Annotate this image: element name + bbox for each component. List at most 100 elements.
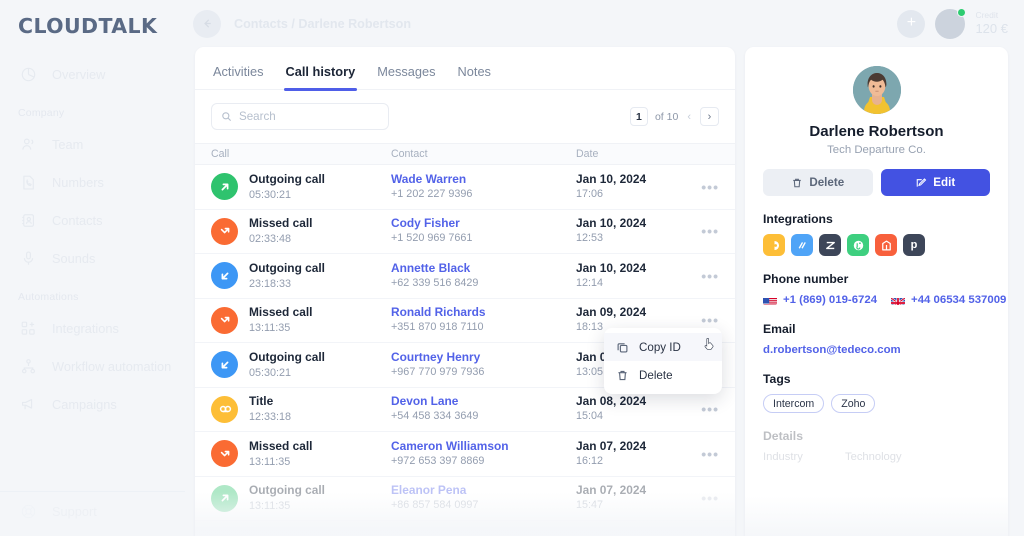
row-actions-button[interactable]: ••• <box>693 447 719 461</box>
email-value[interactable]: d.robertson@tedeco.com <box>763 344 990 356</box>
tab-activities[interactable]: Activities <box>213 64 264 89</box>
context-menu-item-delete[interactable]: Delete <box>604 361 722 389</box>
sidebar-item-team[interactable]: Team <box>0 125 185 163</box>
contact-detail-panel: Darlene Robertson Tech Departure Co. Del… <box>745 47 1008 536</box>
user-avatar[interactable] <box>935 7 967 39</box>
tab-messages[interactable]: Messages <box>377 64 435 89</box>
row-actions-button[interactable]: ••• <box>693 491 719 505</box>
megaphone-icon <box>20 396 37 413</box>
sidebar-item-numbers[interactable]: Numbers <box>0 163 185 201</box>
contact-profile: Darlene Robertson Tech Departure Co. Del… <box>763 66 990 196</box>
call-time: 17:06 <box>576 187 604 200</box>
tab-notes[interactable]: Notes <box>458 64 491 89</box>
contact-link[interactable]: Cody Fisher <box>391 215 576 231</box>
row-actions-button[interactable]: ••• <box>693 180 719 194</box>
next-page-button[interactable]: › <box>700 107 719 126</box>
tab-call-history[interactable]: Call history <box>283 64 357 91</box>
gb-flag-icon <box>891 295 906 305</box>
contact-link[interactable]: Devon Lane <box>391 393 576 409</box>
phone-entry[interactable]: +44 06534 537009 <box>891 294 1006 306</box>
intercom-icon[interactable] <box>763 234 785 256</box>
call-duration: 12:33:18 <box>249 411 292 424</box>
tag-chip[interactable]: Intercom <box>763 394 825 413</box>
contact-link[interactable]: Annette Black <box>391 260 576 276</box>
table-row[interactable]: Title 12:33:18 Devon Lane +54 458 334 3649 J… <box>195 388 735 432</box>
grid-plus-icon <box>20 320 37 337</box>
call-type: Outgoing call <box>249 260 325 275</box>
sidebar-item-label: Overview <box>52 66 106 82</box>
tag-chip[interactable]: Zoho <box>831 394 876 413</box>
phone-entry[interactable]: +1 (869) 019-6724 <box>763 294 877 306</box>
prev-page-button[interactable]: ‹ <box>685 111 693 123</box>
contact-phone: +62 339 516 8429 <box>391 276 479 289</box>
table-row[interactable]: Outgoing call 05:30:21 Wade Warren +1 202 2… <box>195 165 735 210</box>
pipedrive-icon[interactable]: p <box>903 234 925 256</box>
context-menu-item-copy-id[interactable]: Copy ID <box>604 333 722 361</box>
contact-avatar <box>852 66 901 114</box>
sidebar-item-label: Team <box>52 136 84 152</box>
table-toolbar: Search 1 of 10 ‹ › <box>195 90 735 143</box>
table-row[interactable]: Outgoing call 23:18:33 Annette Black +62 33… <box>195 254 735 299</box>
sidebar-item-workflow-automation[interactable]: Workflow automation <box>0 347 185 385</box>
sidebar-bottom: Support <box>0 492 185 530</box>
page-number-input[interactable]: 1 <box>629 107 648 126</box>
delete-contact-button[interactable]: Delete <box>763 169 873 196</box>
lifebuoy-icon <box>20 503 37 520</box>
contact-link[interactable]: Wade Warren <box>391 171 576 187</box>
sidebar-item-support[interactable]: Support <box>0 492 185 530</box>
table-row[interactable]: Missed call 13:11:35 Cameron Williamson +97… <box>195 432 735 477</box>
contact-link[interactable]: Ronald Richards <box>391 304 576 320</box>
table-row[interactable]: Missed call 02:33:48 Cody Fisher +1 520 969… <box>195 210 735 254</box>
row-actions-button[interactable]: ••• <box>693 313 719 327</box>
arrow-left-icon <box>203 19 211 28</box>
breadcrumb[interactable]: Contacts / Darlene Robertson <box>234 17 411 31</box>
table-row[interactable]: Outgoing call 13:11:35 Eleanor Pena +86 857… <box>195 477 735 521</box>
add-button[interactable]: + <box>897 9 926 38</box>
sidebar-item-integrations[interactable]: Integrations <box>0 309 185 347</box>
contact-link[interactable]: Cameron Williamson <box>391 438 576 454</box>
edit-contact-button[interactable]: Edit <box>880 169 990 196</box>
contact-phone: +351 870 918 7110 <box>391 321 484 334</box>
call-date: Jan 09, 2024 <box>576 305 647 320</box>
column-header-contact: Contact <box>391 148 428 160</box>
contact-link[interactable]: Courtney Henry <box>391 349 576 365</box>
edit-icon <box>917 177 927 187</box>
detail-row: Industry Technology <box>763 451 990 463</box>
app-logo: CLOUDTALK <box>18 14 158 38</box>
row-actions-button[interactable]: ••• <box>693 269 719 283</box>
slack-stripes-icon[interactable] <box>791 234 813 256</box>
call-type: Title <box>249 394 274 409</box>
back-button[interactable] <box>193 9 221 38</box>
hubspot-icon[interactable] <box>847 234 869 256</box>
call-time: 16:12 <box>576 454 604 467</box>
sidebar-item-sounds[interactable]: Sounds <box>0 239 185 277</box>
arrow-missed-icon <box>211 440 238 468</box>
call-type: Missed call <box>249 216 313 231</box>
row-actions-button[interactable]: ••• <box>693 402 719 416</box>
call-date: Jan 07, 2024 <box>576 438 647 453</box>
panel-fade-overlay <box>745 496 1008 536</box>
sidebar-item-contacts[interactable]: Contacts <box>0 201 185 239</box>
call-time: 15:04 <box>576 410 604 423</box>
contact-phone: +86 857 584 0997 <box>391 499 479 512</box>
pie-chart-icon <box>20 66 37 83</box>
credit-block[interactable]: Credit 120 € <box>975 10 1008 37</box>
phone-number: +1 (869) 019-6724 <box>783 294 878 306</box>
sidebar-item-campaigns[interactable]: Campaigns <box>0 385 185 423</box>
avatar-photo <box>852 66 901 114</box>
detail-key: Industry <box>763 451 803 463</box>
row-actions-button[interactable]: ••• <box>693 224 719 238</box>
trash-icon <box>793 178 802 187</box>
mouse-cursor-icon <box>704 338 714 350</box>
contact-link[interactable]: Eleanor Pena <box>391 482 576 498</box>
call-duration: 13:11:35 <box>249 322 291 335</box>
table-header: Call Contact Date <box>195 143 735 165</box>
context-menu-label: Copy ID <box>639 340 681 354</box>
sitemap-icon <box>20 358 37 375</box>
search-input[interactable]: Search <box>211 103 389 130</box>
sidebar-item-label: Contacts <box>52 212 103 228</box>
sidebar-item-overview[interactable]: Overview <box>0 55 185 93</box>
magento-icon[interactable] <box>875 234 897 256</box>
zendesk-icon[interactable] <box>819 234 841 256</box>
call-time: 15:47 <box>576 499 604 512</box>
